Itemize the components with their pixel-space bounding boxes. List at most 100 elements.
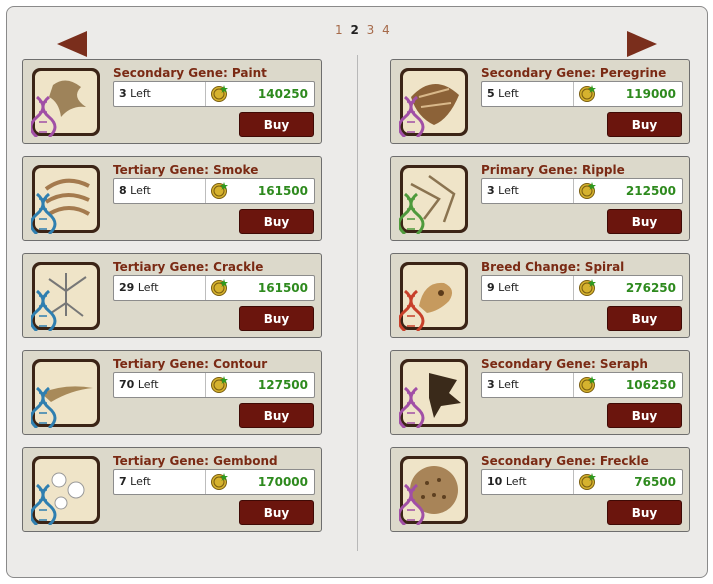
page-link-1[interactable]: 1 bbox=[335, 23, 345, 37]
item-title: Tertiary Gene: Crackle bbox=[113, 260, 264, 274]
item-info-bar: 7 Left 170000 bbox=[113, 469, 315, 495]
item-title: Secondary Gene: Peregrine bbox=[481, 66, 667, 80]
treasure-coin-icon bbox=[578, 278, 596, 296]
info-separator bbox=[573, 179, 574, 203]
buy-button[interactable]: Buy bbox=[239, 112, 314, 137]
item-price: 170000 bbox=[257, 475, 308, 489]
buy-button[interactable]: Buy bbox=[607, 403, 682, 428]
treasure-coin-icon bbox=[578, 375, 596, 393]
stock-count: 70 bbox=[119, 378, 135, 391]
info-separator bbox=[205, 373, 206, 397]
stock-left-label: Left bbox=[130, 87, 151, 100]
treasure-coin-icon bbox=[578, 84, 596, 102]
gene-seraph-icon[interactable] bbox=[397, 358, 469, 430]
gene-peregrine-icon[interactable] bbox=[397, 67, 469, 139]
buy-button[interactable]: Buy bbox=[239, 403, 314, 428]
buy-button[interactable]: Buy bbox=[239, 306, 314, 331]
next-page-arrow-icon[interactable] bbox=[627, 31, 657, 57]
buy-button[interactable]: Buy bbox=[607, 500, 682, 525]
info-separator bbox=[573, 373, 574, 397]
stock-count: 3 bbox=[119, 87, 127, 100]
item-title: Secondary Gene: Seraph bbox=[481, 357, 648, 371]
item-info-bar: 5 Left 119000 bbox=[481, 81, 683, 107]
info-separator bbox=[205, 470, 206, 494]
stock-left: 9 Left bbox=[487, 281, 519, 294]
stock-left-label: Left bbox=[498, 281, 519, 294]
info-separator bbox=[573, 276, 574, 300]
info-separator bbox=[205, 82, 206, 106]
stock-left: 3 Left bbox=[487, 184, 519, 197]
item-price: 106250 bbox=[625, 378, 676, 392]
stock-left-label: Left bbox=[498, 87, 519, 100]
gene-paint-icon[interactable] bbox=[29, 67, 101, 139]
page-link-2-current[interactable]: 2 bbox=[350, 23, 360, 37]
item-price: 212500 bbox=[625, 184, 676, 198]
gene-crackle-icon[interactable] bbox=[29, 261, 101, 333]
shop-item-card: Breed Change: Spiral 9 Left 276250 Buy bbox=[390, 253, 690, 338]
item-title: Secondary Gene: Paint bbox=[113, 66, 267, 80]
stock-count: 9 bbox=[487, 281, 495, 294]
treasure-coin-icon bbox=[210, 472, 228, 490]
stock-left-label: Left bbox=[130, 184, 151, 197]
shop-item-card: Tertiary Gene: Contour 70 Left 127500 Buy bbox=[22, 350, 322, 435]
stock-count: 3 bbox=[487, 378, 495, 391]
stock-left: 3 Left bbox=[487, 378, 519, 391]
shop-item-card: Primary Gene: Ripple 3 Left 212500 Buy bbox=[390, 156, 690, 241]
item-title: Tertiary Gene: Smoke bbox=[113, 163, 259, 177]
gene-smoke-icon[interactable] bbox=[29, 164, 101, 236]
gene-gembond-icon[interactable] bbox=[29, 455, 101, 527]
stock-left-label: Left bbox=[498, 184, 519, 197]
item-title: Breed Change: Spiral bbox=[481, 260, 625, 274]
stock-count: 5 bbox=[487, 87, 495, 100]
buy-button[interactable]: Buy bbox=[607, 306, 682, 331]
stock-count: 7 bbox=[119, 475, 127, 488]
gene-ripple-icon[interactable] bbox=[397, 164, 469, 236]
stock-left-label: Left bbox=[130, 475, 151, 488]
shop-item-card: Tertiary Gene: Smoke 8 Left 161500 Buy bbox=[22, 156, 322, 241]
stock-left: 5 Left bbox=[487, 87, 519, 100]
marketplace-panel: 1 2 3 4 Secondary Gene: Paint 3 Left 14025… bbox=[6, 6, 708, 578]
info-separator bbox=[573, 82, 574, 106]
item-price: 161500 bbox=[257, 281, 308, 295]
item-info-bar: 70 Left 127500 bbox=[113, 372, 315, 398]
item-title: Primary Gene: Ripple bbox=[481, 163, 625, 177]
buy-button[interactable]: Buy bbox=[607, 209, 682, 234]
info-separator bbox=[205, 179, 206, 203]
treasure-coin-icon bbox=[210, 375, 228, 393]
buy-button[interactable]: Buy bbox=[607, 112, 682, 137]
buy-button[interactable]: Buy bbox=[239, 209, 314, 234]
stock-count: 29 bbox=[119, 281, 135, 294]
treasure-coin-icon bbox=[210, 278, 228, 296]
stock-left: 70 Left bbox=[119, 378, 159, 391]
treasure-coin-icon bbox=[578, 472, 596, 490]
item-price: 140250 bbox=[257, 87, 308, 101]
item-info-bar: 9 Left 276250 bbox=[481, 275, 683, 301]
stock-left-label: Left bbox=[505, 475, 527, 488]
item-price: 76500 bbox=[634, 475, 676, 489]
stock-left: 3 Left bbox=[119, 87, 151, 100]
previous-page-arrow-icon[interactable] bbox=[57, 31, 87, 57]
item-price: 276250 bbox=[625, 281, 676, 295]
buy-button[interactable]: Buy bbox=[239, 500, 314, 525]
page-link-3[interactable]: 3 bbox=[367, 23, 377, 37]
gene-contour-icon[interactable] bbox=[29, 358, 101, 430]
item-title: Tertiary Gene: Contour bbox=[113, 357, 268, 371]
item-info-bar: 29 Left 161500 bbox=[113, 275, 315, 301]
stock-left-label: Left bbox=[498, 378, 519, 391]
item-info-bar: 3 Left 106250 bbox=[481, 372, 683, 398]
item-title: Tertiary Gene: Gembond bbox=[113, 454, 278, 468]
stock-left-label: Left bbox=[137, 281, 159, 294]
stock-left: 7 Left bbox=[119, 475, 151, 488]
item-title: Secondary Gene: Freckle bbox=[481, 454, 649, 468]
shop-item-card: Secondary Gene: Freckle 10 Left 76500 Buy bbox=[390, 447, 690, 532]
breed-spiral-icon[interactable] bbox=[397, 261, 469, 333]
stock-left: 29 Left bbox=[119, 281, 159, 294]
treasure-coin-icon bbox=[578, 181, 596, 199]
item-info-bar: 3 Left 212500 bbox=[481, 178, 683, 204]
page-link-4[interactable]: 4 bbox=[382, 23, 392, 37]
item-price: 119000 bbox=[625, 87, 676, 101]
shop-item-card: Secondary Gene: Seraph 3 Left 106250 Buy bbox=[390, 350, 690, 435]
treasure-coin-icon bbox=[210, 84, 228, 102]
gene-freckle-icon[interactable] bbox=[397, 455, 469, 527]
info-separator bbox=[205, 276, 206, 300]
